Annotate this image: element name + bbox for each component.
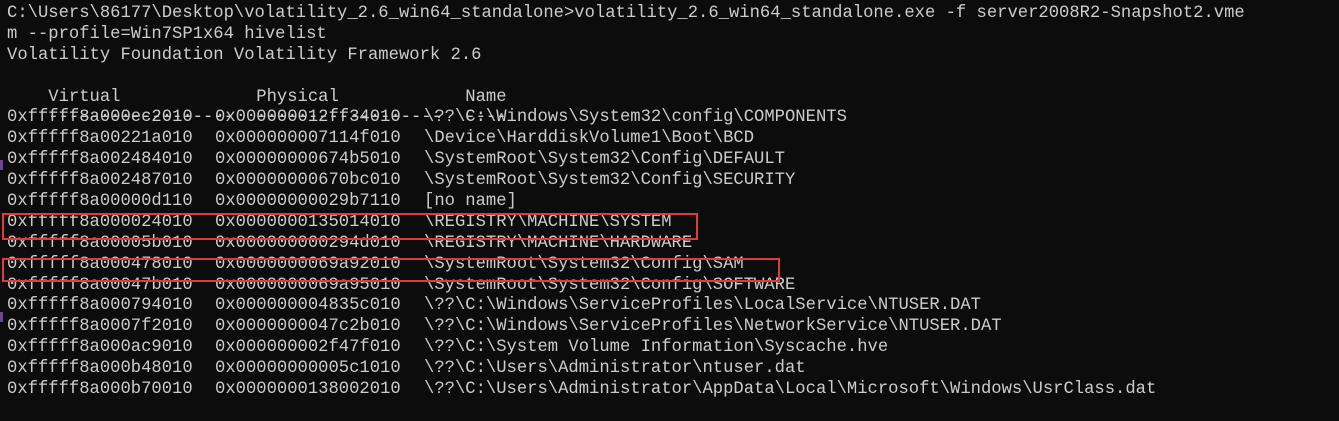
cell-name: \SystemRoot\System32\Config\SAM xyxy=(424,254,744,274)
table-row: 0xfffff8a0007f2010 0x0000000047c2b010 \??\… xyxy=(7,317,1339,338)
cell-name: \??\C:\Windows\System32\config\COMPONENT… xyxy=(424,108,847,128)
cell-virtual: 0xfffff8a002487010 xyxy=(7,171,193,191)
cell-virtual: 0xfffff8a0007f2010 xyxy=(7,317,193,337)
cell-virtual: 0xfffff8a000ec2010 xyxy=(7,108,193,128)
table-header: Virtual Physical Name xyxy=(7,67,1339,107)
cell-name: \??\C:\Users\Administrator\AppData\Local… xyxy=(424,380,1157,400)
cell-physical: 0x0000000069a95010 xyxy=(215,275,401,295)
cell-name: \SystemRoot\System32\Config\SOFTWARE xyxy=(424,275,796,295)
cell-physical: 0x00000000670bc010 xyxy=(215,171,401,191)
cell-virtual: 0xfffff8a00005b010 xyxy=(7,233,193,253)
table-row: 0xfffff8a000794010 0x000000004835c010 \??\… xyxy=(7,296,1339,317)
cell-physical: 0x000000012ff34010 xyxy=(215,108,401,128)
table-row-highlighted-sam: 0xfffff8a000478010 0x0000000069a92010 \Sys… xyxy=(7,255,1339,276)
terminal-window[interactable]: C:\Users\86177\Desktop\volatility_2.6_wi… xyxy=(0,0,1339,421)
cell-name: \??\C:\Windows\ServiceProfiles\LocalServ… xyxy=(424,296,981,316)
cell-physical: 0x000000002f47f010 xyxy=(215,338,401,358)
cell-physical: 0x0000000138002010 xyxy=(215,380,401,400)
cell-virtual: 0xfffff8a000024010 xyxy=(7,212,193,232)
table-row: 0xfffff8a00047b010 0x0000000069a95010 \Sys… xyxy=(7,276,1339,297)
cell-name: \Device\HarddiskVolume1\Boot\BCD xyxy=(424,129,755,149)
cell-physical: 0x00000000674b5010 xyxy=(215,150,401,170)
command-line: C:\Users\86177\Desktop\volatility_2.6_wi… xyxy=(7,4,1245,23)
cell-physical: 0x0000000135014010 xyxy=(215,212,401,232)
table-row: 0xfffff8a000b70010 0x0000000138002010 \??\… xyxy=(7,380,1339,401)
hive-list: 0xfffff8a000ec2010 0x000000012ff34010 \??\… xyxy=(7,108,1339,400)
cell-name: \??\C:\Windows\ServiceProfiles\NetworkSe… xyxy=(424,317,1002,337)
cell-physical: 0x0000000069a92010 xyxy=(215,254,401,274)
table-row: 0xfffff8a00221a010 0x000000007114f010 \Dev… xyxy=(7,129,1339,150)
table-row: 0xfffff8a002487010 0x00000000670bc010 \Sys… xyxy=(7,171,1339,192)
cell-name: \??\C:\Users\Administrator\ntuser.dat xyxy=(424,359,806,379)
cell-virtual: 0xfffff8a000ac9010 xyxy=(7,338,193,358)
table-separator: ------------------ ------------------ ---- xyxy=(7,88,1339,127)
cell-virtual: 0xfffff8a000b70010 xyxy=(7,380,193,400)
table-row-highlighted-system: 0xfffff8a000024010 0x0000000135014010 \REG… xyxy=(7,213,1339,234)
cell-physical: 0x000000000294d010 xyxy=(215,233,401,253)
cell-name: \??\C:\System Volume Information\Syscach… xyxy=(424,338,889,358)
cell-name: [no name] xyxy=(424,192,517,212)
table-row: 0xfffff8a002484010 0x00000000674b5010 \Sys… xyxy=(7,150,1339,171)
banner-text: Volatility Foundation Volatility Framewo… xyxy=(7,45,482,65)
cell-name: \SystemRoot\System32\Config\SECURITY xyxy=(424,171,796,191)
cell-physical: 0x00000000005c1010 xyxy=(215,359,401,379)
table-row: 0xfffff8a000b48010 0x00000000005c1010 \??\… xyxy=(7,359,1339,380)
command-line-continuation: m --profile=Win7SP1x64 hivelist xyxy=(7,24,327,44)
cell-physical: 0x0000000047c2b010 xyxy=(215,317,401,337)
table-row: 0xfffff8a00005b010 0x000000000294d010 \REG… xyxy=(7,234,1339,255)
selection-marker xyxy=(0,160,3,170)
cell-virtual: 0xfffff8a000478010 xyxy=(7,254,193,274)
cell-virtual: 0xfffff8a00000d110 xyxy=(7,192,193,212)
cell-name: \SystemRoot\System32\Config\DEFAULT xyxy=(424,150,785,170)
table-row: 0xfffff8a000ec2010 0x000000012ff34010 \??\… xyxy=(7,108,1339,129)
cell-physical: 0x00000000029b7110 xyxy=(215,192,401,212)
table-row: 0xfffff8a00000d110 0x00000000029b7110 [no … xyxy=(7,192,1339,213)
cell-virtual: 0xfffff8a002484010 xyxy=(7,150,193,170)
cell-virtual: 0xfffff8a000b48010 xyxy=(7,359,193,379)
cell-virtual: 0xfffff8a00047b010 xyxy=(7,275,193,295)
cell-physical: 0x000000007114f010 xyxy=(215,129,401,149)
table-row: 0xfffff8a000ac9010 0x000000002f47f010 \??\… xyxy=(7,338,1339,359)
cell-virtual: 0xfffff8a00221a010 xyxy=(7,129,193,149)
cell-name: \REGISTRY\MACHINE\HARDWARE xyxy=(424,233,693,253)
cell-virtual: 0xfffff8a000794010 xyxy=(7,296,193,316)
cell-name: \REGISTRY\MACHINE\SYSTEM xyxy=(424,212,672,232)
cell-physical: 0x000000004835c010 xyxy=(215,296,401,316)
selection-marker xyxy=(0,312,3,322)
